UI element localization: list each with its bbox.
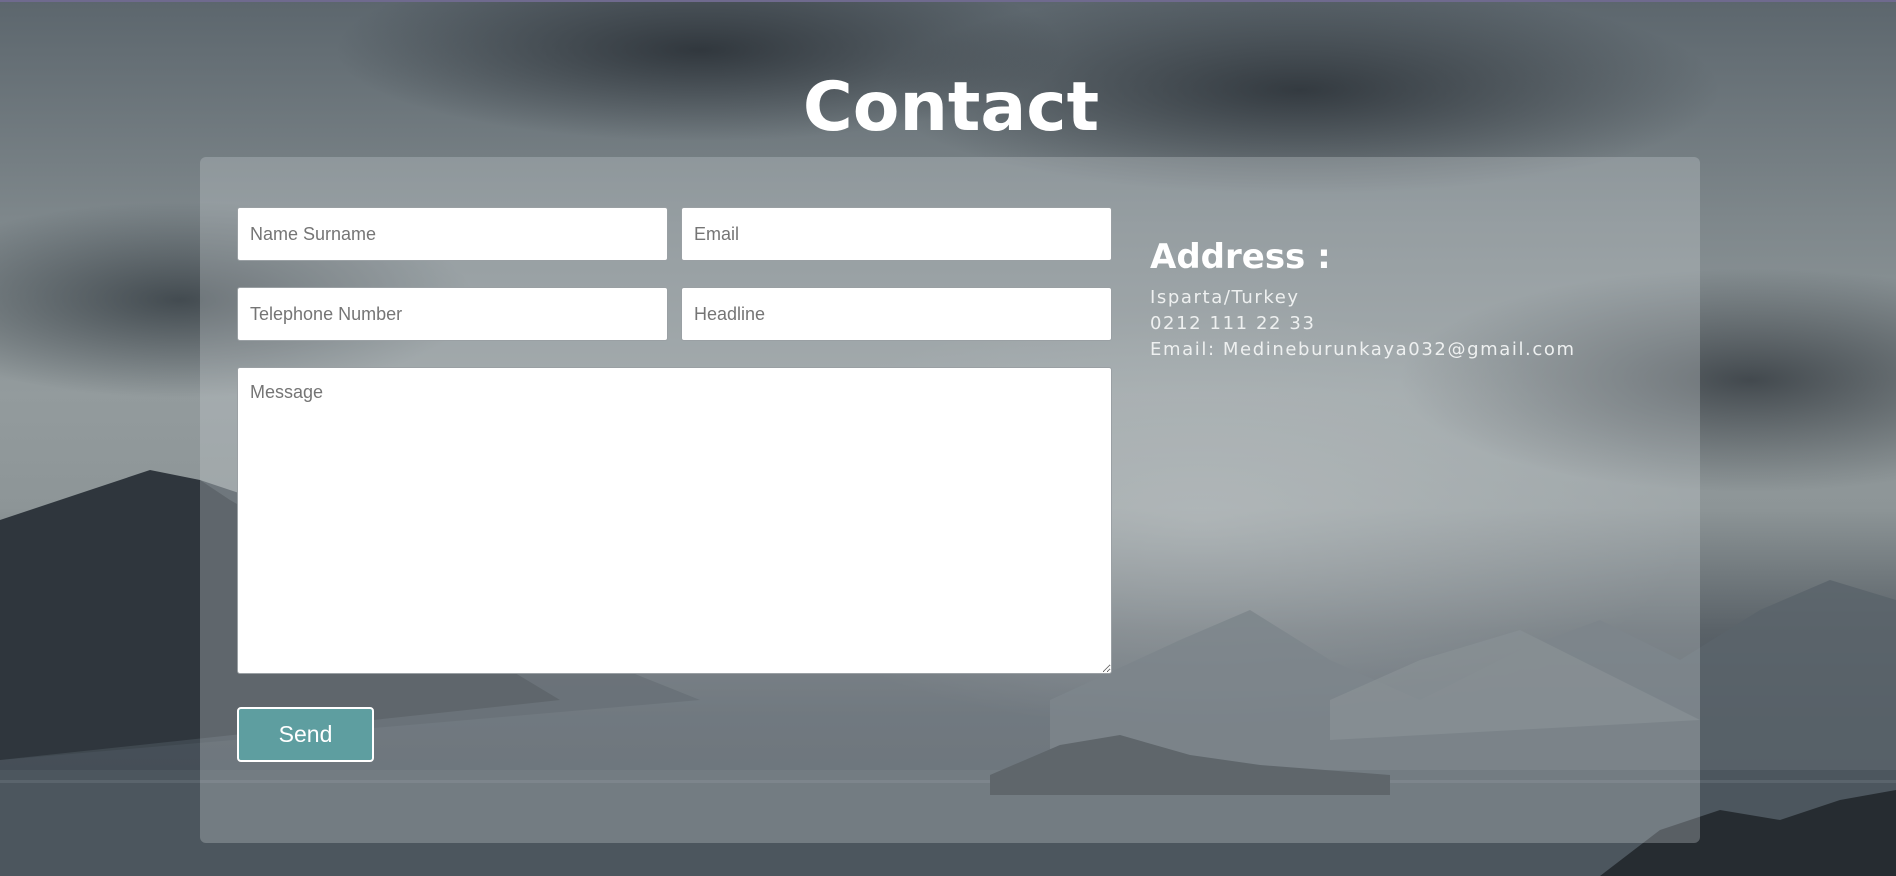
address-title: Address : xyxy=(1150,237,1331,277)
headline-input[interactable] xyxy=(681,287,1112,341)
email-input[interactable] xyxy=(681,207,1112,261)
telephone-input[interactable] xyxy=(237,287,668,341)
name-surname-input[interactable] xyxy=(237,207,668,261)
address-phone: 0212 111 22 33 xyxy=(1150,313,1316,334)
address-info: Address : Isparta/Turkey 0212 111 22 33 … xyxy=(1150,235,1576,363)
address-email: Email: Medineburunkaya032@gmail.com xyxy=(1150,339,1576,360)
top-accent-line xyxy=(0,0,1896,2)
message-textarea[interactable] xyxy=(237,367,1112,674)
address-location: Isparta/Turkey xyxy=(1150,287,1300,308)
send-button[interactable]: Send xyxy=(237,707,374,762)
page-title: Contact xyxy=(802,68,1100,147)
